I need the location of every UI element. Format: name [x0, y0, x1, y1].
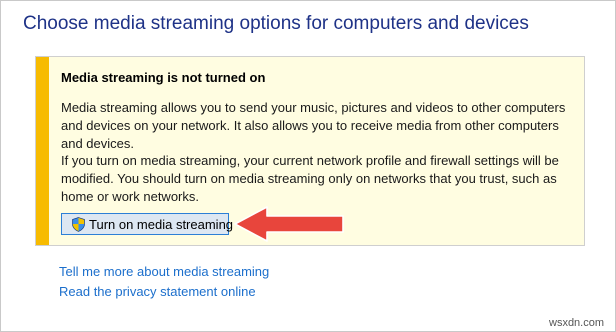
notice-heading: Media streaming is not turned on — [61, 70, 266, 85]
notice-paragraph-2: If you turn on media streaming, your cur… — [61, 153, 559, 204]
dialog-frame: Choose media streaming options for compu… — [0, 0, 616, 332]
privacy-statement-link[interactable]: Read the privacy statement online — [59, 284, 256, 299]
uac-shield-icon — [72, 216, 85, 232]
red-arrow-annotation-icon — [234, 206, 344, 242]
turn-on-media-streaming-button[interactable]: Turn on media streaming — [61, 213, 233, 235]
warning-stripe — [36, 57, 49, 245]
turn-on-media-streaming-label: Turn on media streaming — [89, 216, 234, 232]
page-title: Choose media streaming options for compu… — [23, 13, 529, 34]
media-streaming-info-link[interactable]: Tell me more about media streaming — [59, 264, 269, 279]
notice-paragraph-1: Media streaming allows you to send your … — [61, 100, 566, 151]
watermark: wsxdn.com — [549, 317, 605, 329]
